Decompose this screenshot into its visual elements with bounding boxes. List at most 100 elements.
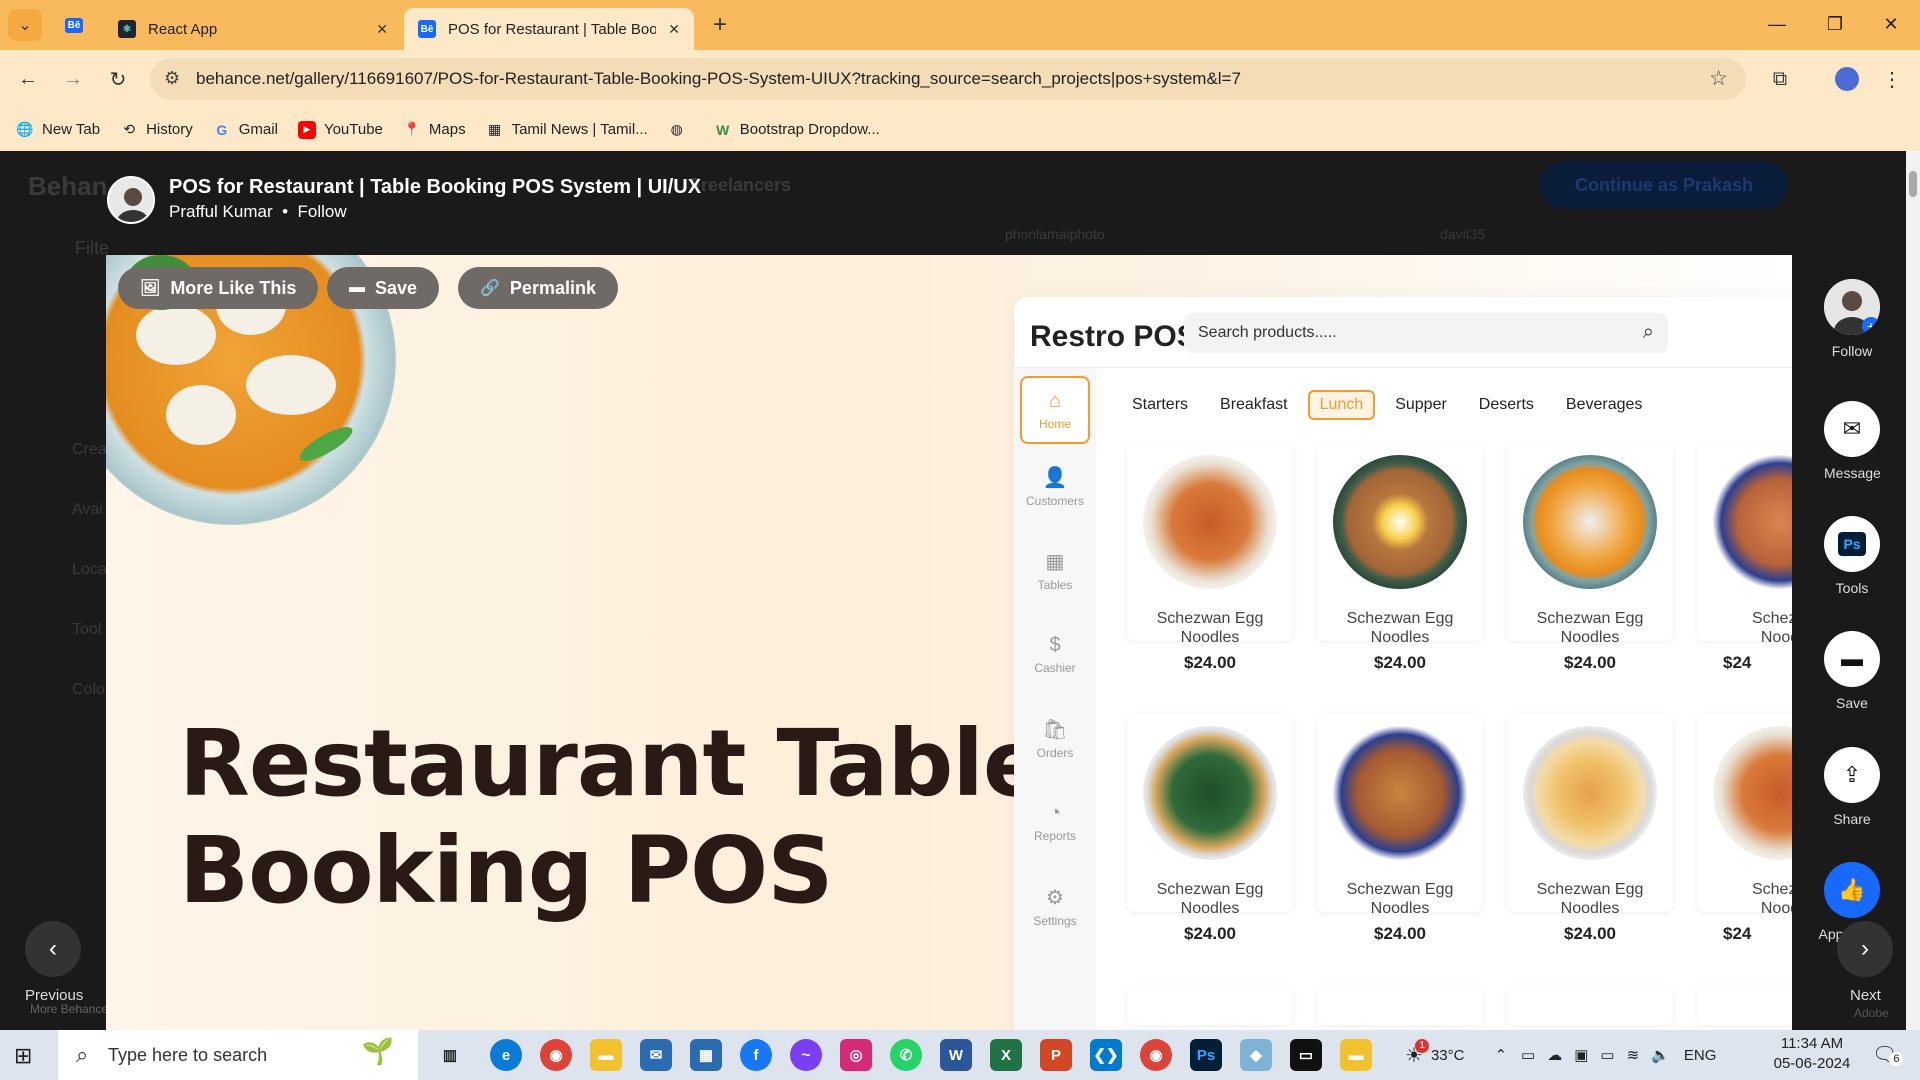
bookmark-maps[interactable]: 📍 Maps [403,121,465,139]
previous-button[interactable]: ‹ [25,921,81,977]
product-card[interactable]: Schezwan Egg Noodles $24.00 [1507,714,1673,943]
tab-breakfast[interactable]: Breakfast [1220,392,1288,418]
tab-supper[interactable]: Supper [1395,392,1447,418]
tab-lunch[interactable]: Lunch [1307,390,1376,420]
windows-start-icon[interactable]: ⊞ [14,1043,32,1069]
battery-icon[interactable]: ▭ [1600,1046,1614,1064]
volume-icon[interactable]: 🔈 [1651,1046,1670,1064]
save-button[interactable]: ▬ Save [327,267,440,309]
app-icon[interactable]: ◆ [1240,1039,1272,1071]
profile-icon[interactable] [1830,62,1864,96]
sidebar-item-orders[interactable]: 🛍 Orders [1020,704,1090,772]
chevron-up-icon[interactable]: ⌃ [1494,1046,1507,1064]
chrome-active-icon[interactable]: ◉ [1140,1039,1172,1071]
sidebar-item-reports[interactable]: ◔ Reports [1020,788,1090,856]
product-card[interactable]: Schezwan Egg Noodles $24.00 [1127,443,1293,672]
page-scrollbar[interactable] [1906,151,1920,1030]
product-card[interactable] [1317,985,1483,1025]
close-icon[interactable]: ✕ [376,21,388,38]
product-card[interactable]: SchezwNood $24 [1697,443,1792,672]
wifi-icon[interactable]: ≋ [1627,1046,1640,1064]
onedrive-icon[interactable]: ☁ [1547,1046,1562,1064]
notification-icon[interactable]: 🗨 6 [1872,1042,1904,1067]
bookmark-globe[interactable]: ◍ [668,121,694,139]
sidebar-item-cashier[interactable]: $ Cashier [1020,620,1090,688]
vscode-icon[interactable]: ❮❯ [1090,1039,1122,1071]
product-card[interactable] [1697,985,1792,1025]
whatsapp-icon[interactable]: ✆ [890,1039,922,1071]
next-button[interactable]: › [1837,921,1893,977]
close-icon[interactable]: ✕ [668,21,680,38]
save-action[interactable]: ▬ Save [1824,631,1880,711]
chrome-icon[interactable]: ◉ [540,1039,572,1071]
tab-behance[interactable]: Bē POS for Restaurant | Table Book ✕ [404,8,694,50]
taskbar-search[interactable]: ⌕ Type here to search 🌱 [58,1030,418,1080]
terminal-icon[interactable]: ▭ [1290,1039,1322,1071]
sidebar-item-customers[interactable]: 👤 Customers [1020,452,1090,520]
clock[interactable]: 11:34 AM 05-06-2024 [1752,1034,1872,1074]
bookmark-tamil-news[interactable]: ▦ Tamil News | Tamil... [486,121,648,139]
tab-beverages[interactable]: Beverages [1566,392,1643,418]
tab-react-app[interactable]: ⚛ React App ✕ [104,8,402,50]
forward-arrow-icon[interactable]: → [56,62,90,96]
mail-icon[interactable]: ✉ [640,1039,672,1071]
bookmark-bootstrap[interactable]: W Bootstrap Dropdow... [714,121,880,139]
message-action[interactable]: ✉ Message [1824,401,1881,481]
product-card[interactable]: SchezwNood $24 [1697,714,1792,943]
sidebar-item-tables[interactable]: ▦ Tables [1020,536,1090,604]
menu-kebab-icon[interactable]: ⋮ [1875,62,1909,96]
tab-starters[interactable]: Starters [1132,392,1188,418]
behance-pinned-tab[interactable]: Bē [57,9,91,41]
tools-action[interactable]: Ps Tools [1824,516,1880,596]
product-card[interactable]: Schezwan Egg Noodles $24.00 [1317,714,1483,943]
folder-icon[interactable]: ▬ [1340,1039,1372,1071]
close-window-button[interactable]: ✕ [1862,0,1920,48]
file-explorer-icon[interactable]: ▬ [590,1039,622,1071]
photoshop-icon[interactable]: Ps [1190,1039,1222,1071]
instagram-icon[interactable]: ◎ [840,1039,872,1071]
language-indicator[interactable]: ENG [1684,1047,1717,1064]
store-icon[interactable]: ▦ [690,1039,722,1071]
back-arrow-icon[interactable]: ← [11,62,45,96]
product-card[interactable] [1127,985,1293,1025]
bookmark-youtube[interactable]: ▶ YouTube [297,120,383,139]
author-name[interactable]: Prafful Kumar [169,202,273,221]
product-card[interactable]: Schezwan Egg Noodles $24.00 [1317,443,1483,672]
bookmark-history[interactable]: ⟲ History [120,121,193,139]
new-tab-button[interactable]: + [703,9,737,41]
continue-as-button[interactable]: Continue as Prakash [1540,161,1788,209]
reload-icon[interactable]: ↻ [101,62,135,96]
site-info-icon[interactable]: ⚙ [164,68,180,89]
device-icon[interactable]: ▭ [1521,1046,1535,1064]
extensions-icon[interactable]: ⧉ [1763,62,1797,96]
facebook-icon[interactable]: f [740,1039,772,1071]
sidebar-item-home[interactable]: ⌂ Home [1020,376,1090,444]
follow-action[interactable]: + Follow [1824,279,1880,359]
permalink-button[interactable]: 🔗 Permalink [458,267,618,309]
edge-icon[interactable]: e [490,1039,522,1071]
star-icon[interactable]: ☆ [1709,66,1728,91]
bookmark-new-tab[interactable]: 🌐 New Tab [16,121,100,139]
more-like-this-button[interactable]: 🖼 More Like This [118,267,319,309]
share-action[interactable]: ⇪ Share [1824,747,1880,827]
display-icon[interactable]: ▣ [1574,1046,1588,1064]
messenger-icon[interactable]: ~ [790,1039,822,1071]
word-icon[interactable]: W [940,1039,972,1071]
product-card[interactable] [1507,985,1673,1025]
author-avatar[interactable] [107,176,155,224]
follow-link[interactable]: Follow [297,202,346,221]
search-input[interactable]: Search products..... ⌕ [1184,313,1668,353]
tab-search-button[interactable]: ⌄ [8,9,42,41]
product-card[interactable]: Schezwan Egg Noodles $24.00 [1127,714,1293,943]
task-view-icon[interactable]: ▥ [434,1039,466,1071]
minimize-button[interactable]: — [1748,0,1806,48]
address-bar[interactable]: ⚙ behance.net/gallery/116691607/POS-for-… [150,58,1746,100]
powerpoint-icon[interactable]: P [1040,1039,1072,1071]
bookmark-gmail[interactable]: G Gmail [213,121,278,139]
weather-temp[interactable]: 33°C [1431,1047,1465,1064]
excel-icon[interactable]: X [990,1039,1022,1071]
tab-deserts[interactable]: Deserts [1479,392,1534,418]
sidebar-item-settings[interactable]: ⚙ Settings [1020,872,1090,940]
weather-icon[interactable]: ☀ 1 [1405,1038,1429,1068]
restore-button[interactable]: ❐ [1806,0,1864,48]
